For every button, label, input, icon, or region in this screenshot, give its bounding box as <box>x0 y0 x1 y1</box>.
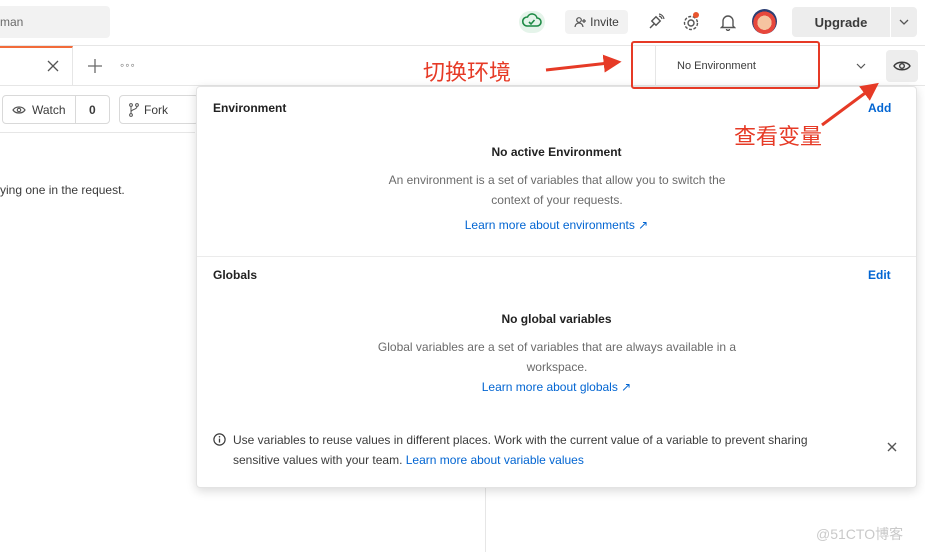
annotation-arrow <box>821 82 879 127</box>
annotation-arrows <box>545 54 879 127</box>
watermark: @51CTO博客 <box>816 526 904 542</box>
annotation-arrow <box>545 54 622 73</box>
